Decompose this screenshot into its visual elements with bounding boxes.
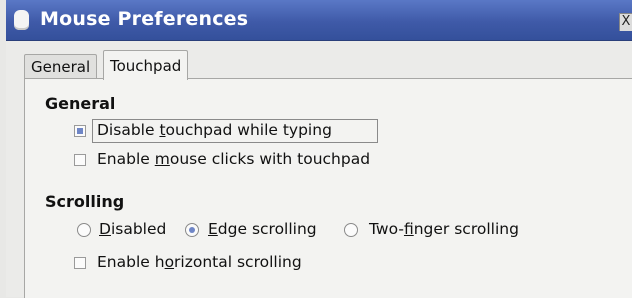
two-finger-scrolling-label[interactable]: Two-finger scrolling [369, 220, 519, 238]
disable-touchpad-typing-checkbox[interactable] [74, 125, 86, 137]
edge-scrolling-radio[interactable] [185, 223, 199, 237]
horizontal-scrolling-checkbox[interactable] [74, 257, 86, 269]
tab-touchpad[interactable]: Touchpad [103, 50, 189, 80]
mouse-icon [14, 10, 29, 30]
scrolling-disabled-label[interactable]: Disabled [99, 220, 166, 238]
two-finger-scrolling-radio[interactable] [344, 223, 358, 237]
edge-scrolling-label[interactable]: Edge scrolling [208, 220, 317, 238]
scrolling-disabled-radio[interactable] [77, 223, 91, 237]
close-button[interactable]: X [619, 13, 632, 31]
general-section-title: General [45, 94, 116, 113]
window-title: Mouse Preferences [40, 8, 249, 30]
enable-mouse-clicks-label[interactable]: Enable mouse clicks with touchpad [97, 150, 370, 168]
enable-mouse-clicks-checkbox[interactable] [74, 154, 86, 166]
title-bar[interactable]: Mouse Preferences X [6, 0, 632, 41]
scrolling-section-title: Scrolling [45, 192, 125, 211]
horizontal-scrolling-label[interactable]: Enable horizontal scrolling [97, 253, 302, 271]
disable-touchpad-typing-label[interactable]: Disable touchpad while typing [97, 121, 332, 139]
tab-general[interactable]: General [24, 54, 98, 79]
